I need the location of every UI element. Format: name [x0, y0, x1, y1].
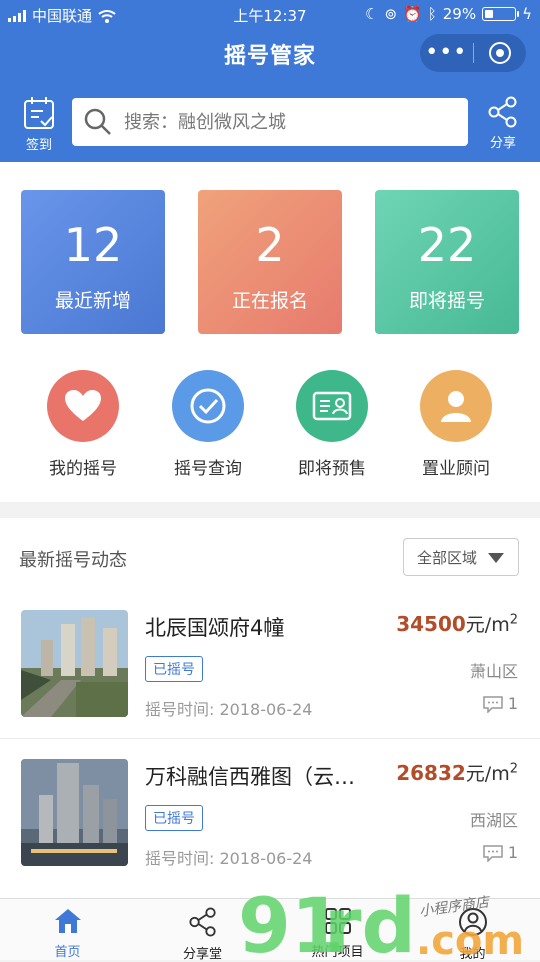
search-icon [84, 108, 111, 135]
signin-label: 签到 [25, 138, 52, 153]
property-price: 26832元/m2 [396, 759, 518, 786]
triangle-down-icon [488, 553, 504, 563]
property-name: 北辰国颂府4幢 [145, 616, 285, 640]
comment-icon [483, 695, 503, 713]
property-thumbnail [21, 759, 128, 866]
home-icon [54, 909, 81, 933]
list-item[interactable]: 万科融信西雅图（云… 26832元/m2 已摇号 西湖区 摇号时间: 2018-… [0, 739, 540, 889]
quick-link-label: 置业顾问 [422, 459, 490, 479]
stat-label: 最近新增 [54, 290, 131, 312]
stat-registering[interactable]: 2 正在报名 [198, 190, 342, 334]
price-unit: 元/m [465, 614, 510, 636]
lottery-date: 摇号时间: 2018-06-24 [145, 700, 313, 719]
region-filter-label: 全部区域 [417, 548, 478, 567]
lottery-date: 摇号时间: 2018-06-24 [145, 849, 313, 868]
quick-link-label: 我的摇号 [49, 459, 117, 479]
lock-rotation-icon: ⊚ [384, 5, 398, 23]
bluetooth-icon: ᛒ [427, 5, 437, 23]
price-unit: 元/m [465, 763, 510, 785]
quick-link-label: 摇号查询 [174, 459, 242, 479]
quick-link-presale[interactable]: 即将预售 [272, 370, 392, 479]
stat-number: 12 [63, 218, 123, 272]
tab-share-hall[interactable]: 分享堂 [135, 899, 270, 962]
share-icon [188, 907, 216, 937]
search-area: 签到 分享 [0, 80, 540, 162]
person-icon [420, 370, 492, 442]
stat-label: 正在报名 [231, 290, 308, 312]
lottery-news-section: 最新摇号动态 全部区域 北辰国颂府4幢 34500元/m2 已摇号 萧山区 摇号… [0, 518, 540, 898]
heart-icon [47, 370, 119, 442]
tab-label: 首页 [54, 945, 81, 960]
tab-label: 分享堂 [182, 947, 222, 962]
bottom-tab-bar: 首页 分享堂 热门项目 我的 [0, 898, 540, 962]
charging-icon: ϟ [522, 5, 532, 23]
check-icon [172, 370, 244, 442]
list-item[interactable]: 北辰国颂府4幢 34500元/m2 已摇号 萧山区 摇号时间: 2018-06-… [0, 590, 540, 740]
grid-icon [324, 908, 351, 934]
tab-mine[interactable]: 我的 [405, 899, 540, 962]
tab-hot-projects[interactable]: 热门项目 [270, 899, 405, 960]
quick-link-lottery-query[interactable]: 摇号查询 [148, 370, 268, 479]
status-badge: 已摇号 [145, 805, 203, 831]
battery-percent: 29% [442, 5, 477, 23]
property-price: 34500元/m2 [396, 610, 518, 637]
price-value: 34500 [396, 612, 466, 636]
quick-link-my-lottery[interactable]: 我的摇号 [23, 370, 143, 479]
target-icon[interactable] [474, 42, 527, 64]
dashboard-panel: 12 最近新增 2 正在报名 22 即将摇号 我的摇号 摇号查询 即将预售 置业… [0, 162, 540, 502]
comment-icon [483, 844, 503, 862]
search-input[interactable] [124, 111, 444, 133]
comment-number: 1 [507, 843, 518, 862]
moon-icon: ☾ [365, 5, 379, 23]
mini-program-capsule: ••• [420, 34, 526, 72]
nav-bar: 摇号管家 ••• [0, 28, 540, 80]
region-filter-dropdown[interactable]: 全部区域 [403, 538, 519, 576]
stat-label: 即将摇号 [408, 290, 485, 312]
stat-number: 2 [255, 218, 285, 272]
price-unit-exponent: 2 [509, 761, 518, 777]
more-icon[interactable]: ••• [420, 35, 473, 71]
price-value: 26832 [396, 761, 466, 785]
battery-icon [482, 7, 520, 21]
tab-label: 热门项目 [311, 945, 364, 960]
status-badge: 已摇号 [145, 656, 203, 682]
user-icon [458, 908, 487, 936]
stat-upcoming-lottery[interactable]: 22 即将摇号 [375, 190, 519, 334]
district-label: 萧山区 [469, 662, 518, 681]
calendar-check-icon [24, 97, 54, 129]
status-bar: 中国联通 上午12:37 ☾ ⊚ ⏰ ᛒ 29% ϟ [0, 0, 540, 28]
quick-link-advisor[interactable]: 置业顾问 [396, 370, 516, 479]
search-box[interactable] [72, 98, 468, 146]
comment-number: 1 [507, 694, 518, 713]
comment-count[interactable]: 1 [482, 843, 518, 862]
comment-count[interactable]: 1 [482, 694, 518, 713]
quick-link-label: 即将预售 [298, 459, 366, 479]
share-button[interactable]: 分享 [478, 96, 528, 151]
stat-number: 22 [417, 218, 477, 272]
property-thumbnail [21, 610, 128, 717]
section-separator [0, 502, 540, 518]
district-label: 西湖区 [469, 811, 518, 830]
stat-recent-added[interactable]: 12 最近新增 [21, 190, 165, 334]
tab-label: 我的 [459, 947, 486, 962]
share-icon [488, 96, 517, 128]
section-title: 最新摇号动态 [19, 550, 127, 571]
share-label: 分享 [489, 136, 516, 151]
property-name: 万科融信西雅图（云… [145, 765, 355, 789]
alarm-icon: ⏰ [403, 5, 422, 23]
signin-button[interactable]: 签到 [14, 96, 64, 153]
price-unit-exponent: 2 [509, 612, 518, 628]
tab-home[interactable]: 首页 [0, 899, 135, 960]
id-card-icon [296, 370, 368, 442]
